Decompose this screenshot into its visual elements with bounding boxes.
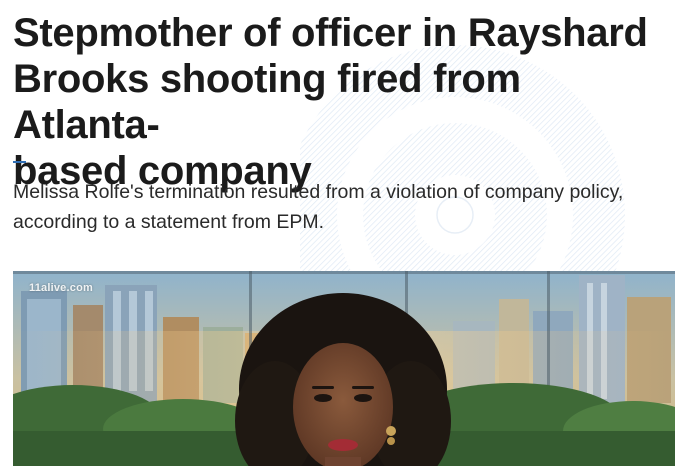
article-dek: Melissa Rolfe's termination resulted fro… xyxy=(13,181,624,233)
video-player[interactable]: 11alive.com xyxy=(13,271,675,466)
video-source-tag: 11alive.com xyxy=(29,282,93,294)
video-thumbnail xyxy=(13,271,675,466)
accent-rule xyxy=(13,161,26,163)
article-headline[interactable]: Stepmother of officer in Rayshard Brooks… xyxy=(13,10,675,194)
